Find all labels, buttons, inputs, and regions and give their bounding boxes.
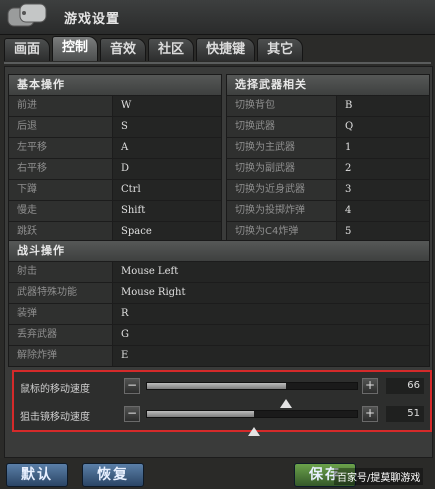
mouse-speed-fill [147,383,286,389]
weapon-section: 选择武器相关 切换背包 B 切换武器 Q 切换为主武器 1 切换为副武器 2 切… [226,74,430,243]
key-label: 装弹 [9,304,113,324]
key-binding[interactable]: 4 [337,201,429,221]
key-label: 跳跃 [9,222,113,242]
key-binding[interactable]: W [113,96,221,116]
key-binding[interactable]: B [337,96,429,116]
key-label: 后退 [9,117,113,137]
key-label: 切换为C4炸弹 [227,222,337,242]
key-binding[interactable]: 1 [337,138,429,158]
decrease-scope-speed-button[interactable]: − [124,406,140,422]
key-row: 切换为近身武器 3 [227,179,429,200]
tab-sound[interactable]: 音效 [100,38,147,61]
basic-section: 基本操作 前进 W 后退 S 左平移 A 右平移 D 下蹲 Ctrl 慢走 Sh… [8,74,222,243]
mouse-speed-slider[interactable] [146,382,358,408]
mouse-speed-row: 鼠标的移动速度 − + 66 [14,374,430,408]
scope-speed-label: 狙击镜移动速度 [20,412,90,423]
key-row: 切换为投掷炸弹 4 [227,200,429,221]
key-row: 右平移 D [9,158,221,179]
key-binding[interactable]: Ctrl [113,180,221,200]
key-row: 下蹲 Ctrl [9,179,221,200]
key-label: 射击 [9,262,113,282]
key-row: 跳跃 Space [9,221,221,242]
key-row: 射击 Mouse Left [9,261,429,282]
sensitivity-sliders: 鼠标的移动速度 − + 66 狙击镜移动速度 − + 51 [12,370,432,436]
tab-other[interactable]: 其它 [257,38,304,61]
key-label: 解除炸弹 [9,346,113,366]
tab-divider [4,62,431,64]
tab-bar: 画面 控制 音效 社区 快捷键 其它 [4,36,304,62]
mouse-speed-label: 鼠标的移动速度 [20,384,90,395]
key-row: 切换为副武器 2 [227,158,429,179]
window-title: 游戏设置 [64,12,121,27]
tab-hotkeys[interactable]: 快捷键 [196,38,256,61]
decrease-mouse-speed-button[interactable]: − [124,378,140,394]
key-row: 装弹 R [9,303,429,324]
key-binding[interactable]: Shift [113,201,221,221]
key-row: 后退 S [9,116,221,137]
title-bar: 游戏设置 [0,0,435,35]
key-row: 武器特殊功能 Mouse Right [9,282,429,303]
key-row: 切换为主武器 1 [227,137,429,158]
dog-tag-icon [7,3,47,27]
default-button[interactable]: 默认 [6,463,68,487]
key-label: 丢弃武器 [9,325,113,345]
combat-section: 战斗操作 射击 Mouse Left 武器特殊功能 Mouse Right 装弹… [8,240,430,367]
key-label: 前进 [9,96,113,116]
key-label: 左平移 [9,138,113,158]
tab-community[interactable]: 社区 [148,38,195,61]
key-binding[interactable]: Q [337,117,429,137]
key-binding[interactable]: Mouse Right [113,283,429,303]
mouse-speed-value: 66 [386,378,424,394]
key-binding[interactable]: D [113,159,221,179]
key-label: 切换武器 [227,117,337,137]
key-binding[interactable]: A [113,138,221,158]
combat-section-title: 战斗操作 [9,241,429,261]
scope-speed-value: 51 [386,406,424,422]
key-binding[interactable]: Mouse Left [113,262,429,282]
key-row: 切换武器 Q [227,116,429,137]
increase-scope-speed-button[interactable]: + [362,406,378,422]
key-binding[interactable]: 5 [337,222,429,242]
key-label: 切换为投掷炸弹 [227,201,337,221]
key-binding[interactable]: 3 [337,180,429,200]
tab-controls[interactable]: 控制 [52,36,99,61]
key-label: 武器特殊功能 [9,283,113,303]
weapon-section-title: 选择武器相关 [227,75,429,95]
key-label: 右平移 [9,159,113,179]
key-label: 慢走 [9,201,113,221]
restore-button[interactable]: 恢复 [82,463,144,487]
key-binding[interactable]: E [113,346,429,366]
key-row: 切换背包 B [227,95,429,116]
key-binding[interactable]: 2 [337,159,429,179]
key-label: 切换为副武器 [227,159,337,179]
key-row: 慢走 Shift [9,200,221,221]
key-binding[interactable]: S [113,117,221,137]
key-label: 切换为主武器 [227,138,337,158]
scope-speed-slider[interactable] [146,410,358,436]
key-binding[interactable]: G [113,325,429,345]
scope-speed-fill [147,411,255,417]
scope-speed-thumb[interactable] [248,427,261,436]
key-label: 下蹲 [9,180,113,200]
watermark: 百家号/提莫聊游戏 [334,468,424,485]
key-row: 切换为C4炸弹 5 [227,221,429,242]
key-binding[interactable]: Space [113,222,221,242]
key-binding[interactable]: R [113,304,429,324]
key-row: 左平移 A [9,137,221,158]
tab-graphics[interactable]: 画面 [4,38,51,61]
increase-mouse-speed-button[interactable]: + [362,378,378,394]
key-label: 切换为近身武器 [227,180,337,200]
key-row: 丢弃武器 G [9,324,429,345]
scope-speed-row: 狙击镜移动速度 − + 51 [14,402,430,436]
key-row: 前进 W [9,95,221,116]
key-label: 切换背包 [227,96,337,116]
key-row: 解除炸弹 E [9,345,429,366]
basic-section-title: 基本操作 [9,75,221,95]
